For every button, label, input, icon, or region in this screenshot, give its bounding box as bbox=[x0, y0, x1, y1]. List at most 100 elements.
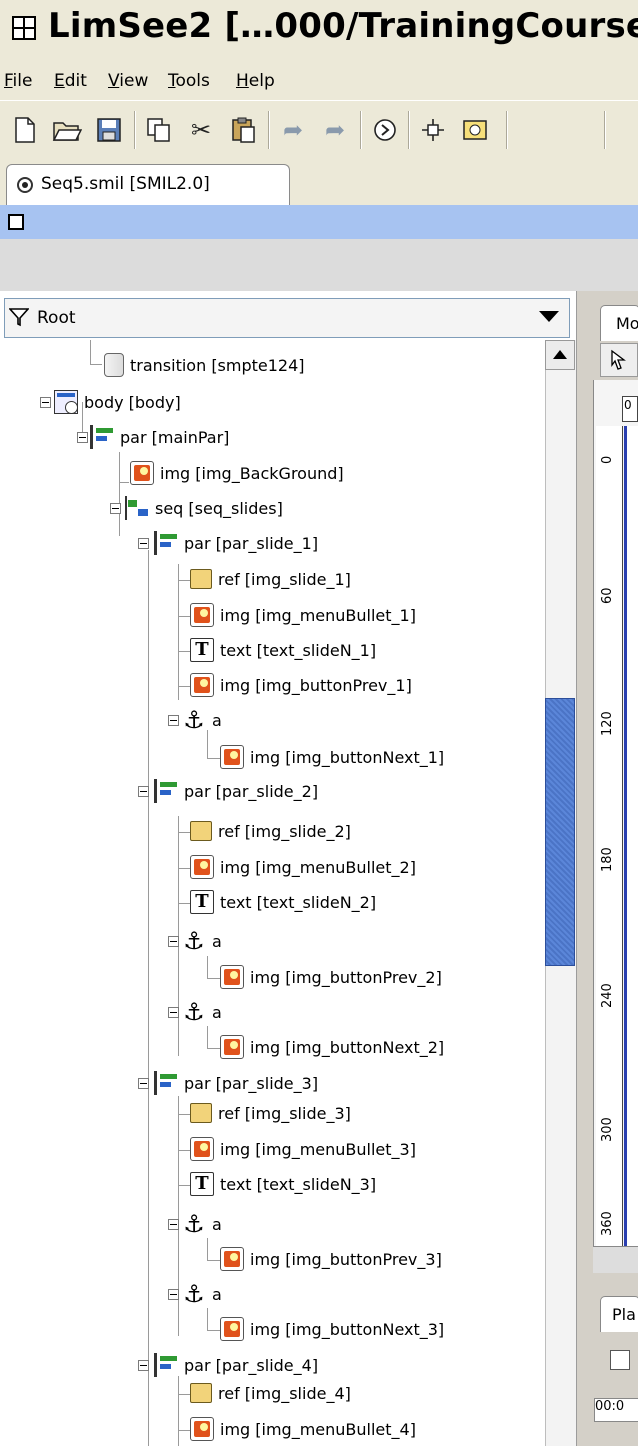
tree-node[interactable]: ⚓ a bbox=[182, 995, 222, 1029]
tree-node[interactable]: Ttext [text_slideN_1] bbox=[190, 633, 376, 667]
pointer-tool-button[interactable] bbox=[600, 343, 638, 377]
canvas-hscrollbar[interactable] bbox=[593, 1246, 638, 1273]
tree-node[interactable]: ref [img_slide_3] bbox=[190, 1096, 351, 1130]
tree-node[interactable]: ref [img_slide_2] bbox=[190, 814, 351, 848]
ref-icon bbox=[190, 1383, 212, 1403]
collapse-toggle-anchor-3a[interactable] bbox=[168, 1219, 179, 1230]
root-filter-dropdown[interactable]: Root bbox=[4, 298, 570, 338]
image-icon bbox=[190, 603, 214, 627]
tree-node[interactable]: img [img_menuBullet_4] bbox=[190, 1412, 416, 1446]
document-tabs: Seq5.smil [SMIL2.0] bbox=[0, 160, 638, 208]
tree-node-label: img [img_buttonPrev_3] bbox=[250, 1249, 442, 1269]
tree-node[interactable]: Ttext [text_slideN_2] bbox=[190, 885, 376, 919]
menu-file[interactable]: File bbox=[4, 71, 32, 91]
structure-tree: transition [smpte124] body [body] par [m… bbox=[4, 340, 544, 1446]
tree-node-label: img [img_BackGround] bbox=[160, 463, 344, 483]
menu-help[interactable]: Help bbox=[236, 71, 275, 91]
text-icon: T bbox=[190, 638, 214, 662]
collapse-toggle-par-slide-1[interactable] bbox=[138, 538, 149, 549]
tree-node[interactable]: body [body] bbox=[54, 385, 181, 419]
collapse-toggle-par-slide-2[interactable] bbox=[138, 786, 149, 797]
collapse-toggle-anchor-1[interactable] bbox=[168, 715, 179, 726]
text-icon: T bbox=[190, 1172, 214, 1196]
anchor-icon: ⚓ bbox=[183, 998, 205, 1026]
preview-icon[interactable] bbox=[456, 111, 494, 149]
tree-node[interactable]: ⚓ a bbox=[182, 924, 222, 958]
paste-icon[interactable] bbox=[224, 111, 262, 149]
tree-node[interactable]: ref [img_slide_1] bbox=[190, 562, 351, 596]
tree-node[interactable]: img [img_menuBullet_2] bbox=[190, 850, 416, 884]
title-bar: LimSee2 […000/TrainingCourse. bbox=[0, 0, 638, 63]
player-checkbox[interactable] bbox=[610, 1350, 630, 1370]
tree-node[interactable]: img [img_buttonNext_1] bbox=[220, 740, 444, 774]
move-icon[interactable] bbox=[414, 111, 452, 149]
tree-node[interactable]: img [img_BackGround] bbox=[130, 456, 344, 490]
par-icon bbox=[154, 1071, 178, 1095]
tree-node-label: par [par_slide_1] bbox=[184, 533, 319, 553]
ruler-tick: 360 bbox=[600, 1211, 615, 1236]
tree-node-label: a bbox=[212, 710, 222, 730]
selection-checkbox[interactable] bbox=[8, 214, 24, 230]
tree-node[interactable]: ⚓ a bbox=[182, 1207, 222, 1241]
tree-node[interactable]: Ttext [text_slideN_3] bbox=[190, 1167, 376, 1201]
tree-node[interactable]: img [img_buttonNext_3] bbox=[220, 1312, 444, 1346]
tree-node-label: par [par_slide_3] bbox=[184, 1073, 319, 1093]
filter-icon bbox=[9, 308, 29, 327]
tree-node[interactable]: par [mainPar] bbox=[90, 420, 229, 454]
new-icon[interactable] bbox=[6, 111, 44, 149]
anchor-icon: ⚓ bbox=[183, 927, 205, 955]
tree-node[interactable]: img [img_menuBullet_3] bbox=[190, 1132, 416, 1166]
tree-node[interactable]: img [img_buttonPrev_3] bbox=[220, 1242, 442, 1276]
save-icon[interactable] bbox=[90, 111, 128, 149]
tree-node[interactable]: par [par_slide_2] bbox=[154, 774, 318, 808]
tree-node[interactable]: img [img_buttonPrev_2] bbox=[220, 960, 442, 994]
scroll-up-button[interactable] bbox=[545, 340, 575, 370]
collapse-toggle-body[interactable] bbox=[40, 397, 51, 408]
collapse-toggle-anchor-2a[interactable] bbox=[168, 936, 179, 947]
copy-icon[interactable] bbox=[140, 111, 178, 149]
menu-tools[interactable]: Tools bbox=[168, 71, 210, 91]
cut-icon[interactable]: ✂ bbox=[182, 111, 220, 149]
ruler-tick: 300 bbox=[600, 1117, 615, 1142]
tree-node[interactable]: seq [seq_slides] bbox=[125, 491, 283, 525]
collapse-toggle-anchor-2b[interactable] bbox=[168, 1007, 179, 1018]
tree-node-label: text [text_slideN_2] bbox=[220, 892, 377, 912]
anchor-icon: ⚓ bbox=[183, 1210, 205, 1238]
open-icon[interactable] bbox=[48, 111, 86, 149]
tree-node[interactable]: par [par_slide_1] bbox=[154, 526, 318, 560]
tree-node[interactable]: ⚓ a bbox=[182, 1277, 222, 1311]
selection-bar[interactable] bbox=[0, 205, 638, 239]
par-icon bbox=[154, 1353, 178, 1377]
undo-icon[interactable]: ➦ bbox=[274, 111, 312, 149]
collapse-toggle-par-slide-3[interactable] bbox=[138, 1078, 149, 1089]
image-icon bbox=[220, 1247, 244, 1271]
tree-node[interactable]: ref [img_slide_4] bbox=[190, 1376, 351, 1410]
menu-view[interactable]: View bbox=[108, 71, 148, 91]
tree-node-label: body [body] bbox=[84, 392, 181, 412]
tree-node[interactable]: img [img_buttonPrev_1] bbox=[190, 668, 412, 702]
ruler-tick: 240 bbox=[600, 983, 615, 1008]
tree-node[interactable]: img [img_buttonNext_2] bbox=[220, 1030, 444, 1064]
scroll-thumb[interactable] bbox=[545, 698, 575, 966]
image-icon bbox=[190, 855, 214, 879]
seq-icon bbox=[125, 496, 149, 520]
tree-node-label: img [img_menuBullet_1] bbox=[220, 605, 416, 625]
collapse-toggle-anchor-3b[interactable] bbox=[168, 1289, 179, 1300]
collapse-toggle-par-slide-4[interactable] bbox=[138, 1360, 149, 1371]
image-icon bbox=[220, 1035, 244, 1059]
play-icon[interactable] bbox=[366, 111, 404, 149]
tree-node[interactable]: ⚓ a bbox=[182, 703, 222, 737]
tree-node[interactable]: img [img_menuBullet_1] bbox=[190, 598, 416, 632]
tab-seq5-smil[interactable]: Seq5.smil [SMIL2.0] bbox=[6, 164, 290, 208]
tree-node-label: a bbox=[212, 1214, 222, 1234]
ruler-tick: 60 bbox=[600, 587, 615, 604]
region-area[interactable] bbox=[627, 426, 638, 1246]
redo-icon[interactable]: ➦ bbox=[316, 111, 354, 149]
tree-node[interactable]: transition [smpte124] bbox=[104, 348, 305, 382]
menu-edit[interactable]: Edit bbox=[54, 71, 87, 91]
chevron-down-icon[interactable] bbox=[539, 311, 559, 322]
collapse-toggle-seq[interactable] bbox=[110, 503, 121, 514]
tree-node-label: a bbox=[212, 1284, 222, 1304]
collapse-toggle-mainpar[interactable] bbox=[77, 432, 88, 443]
tree-node[interactable]: par [par_slide_3] bbox=[154, 1066, 318, 1100]
